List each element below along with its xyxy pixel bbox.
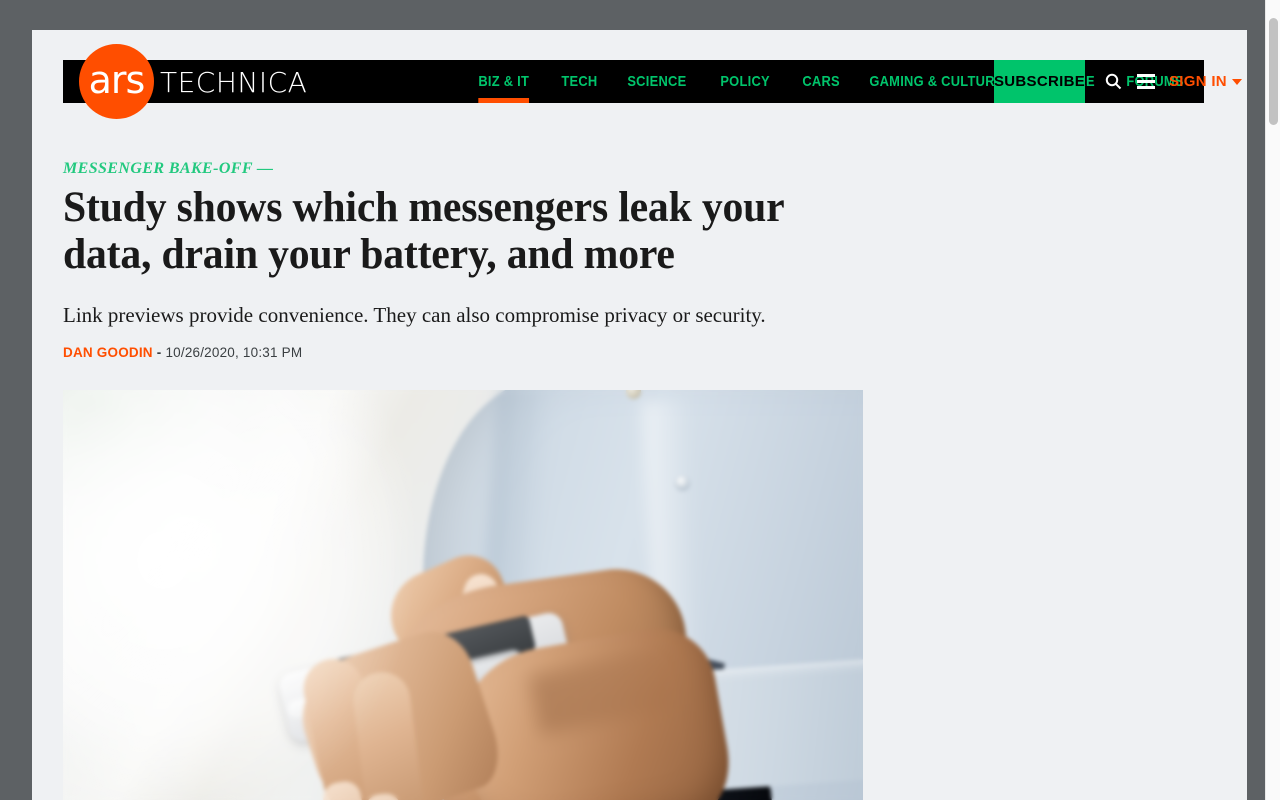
nav-item-biz-it[interactable]: BIZ & IT xyxy=(468,60,539,103)
nav-item-science[interactable]: SCIENCE xyxy=(617,60,697,103)
search-icon[interactable] xyxy=(1103,60,1123,103)
article-hero-image xyxy=(63,389,863,800)
page-scrollbar[interactable] xyxy=(1265,0,1280,800)
browser-page-viewport: ars TECHNICA BIZ & IT TECH SCIENCE POLIC… xyxy=(32,30,1247,800)
logo-ars-text: ars xyxy=(88,58,146,102)
article-kicker[interactable]: MESSENGER BAKE-OFF — xyxy=(63,160,1204,178)
byline-author[interactable]: DAN GOODIN xyxy=(63,345,153,360)
sign-in-label: SIGN IN xyxy=(1169,73,1227,90)
chevron-down-icon xyxy=(1231,78,1242,85)
nav-item-cars[interactable]: CARS xyxy=(792,60,850,103)
article-standfirst: Link previews provide convenience. They … xyxy=(63,302,766,327)
scrollbar-thumb[interactable] xyxy=(1269,18,1278,125)
main-navigation-bar: ars TECHNICA BIZ & IT TECH SCIENCE POLIC… xyxy=(63,44,1242,119)
byline-separator: - xyxy=(156,344,162,360)
byline-date: 10/26/2020, 10:31 PM xyxy=(165,344,303,360)
subscribe-button[interactable]: SUBSCRIBE xyxy=(994,60,1085,103)
hero-shirt-button xyxy=(676,475,689,489)
nav-item-tech[interactable]: TECH xyxy=(551,60,608,103)
nav-utilities: SIGN IN xyxy=(1103,60,1242,103)
nav-links: BIZ & IT TECH SCIENCE POLICY CARS GAMING… xyxy=(468,60,1207,103)
logo-circle-icon: ars xyxy=(79,44,154,119)
site-logo[interactable]: ars TECHNICA xyxy=(79,38,307,125)
nav-item-policy[interactable]: POLICY xyxy=(710,60,780,103)
hamburger-menu-icon[interactable] xyxy=(1137,60,1155,103)
sign-in-button[interactable]: SIGN IN xyxy=(1169,73,1242,90)
site-header: ars TECHNICA BIZ & IT TECH SCIENCE POLIC… xyxy=(32,30,1247,119)
logo-technica-text: TECHNICA xyxy=(160,65,308,99)
article-byline: DAN GOODIN - 10/26/2020, 10:31 PM xyxy=(63,345,1204,360)
nav-item-gaming-culture[interactable]: GAMING & CULTURE xyxy=(859,60,1014,103)
article: MESSENGER BAKE-OFF — Study shows which m… xyxy=(63,130,1204,800)
article-headline: Study shows which messengers leak your d… xyxy=(63,184,784,279)
